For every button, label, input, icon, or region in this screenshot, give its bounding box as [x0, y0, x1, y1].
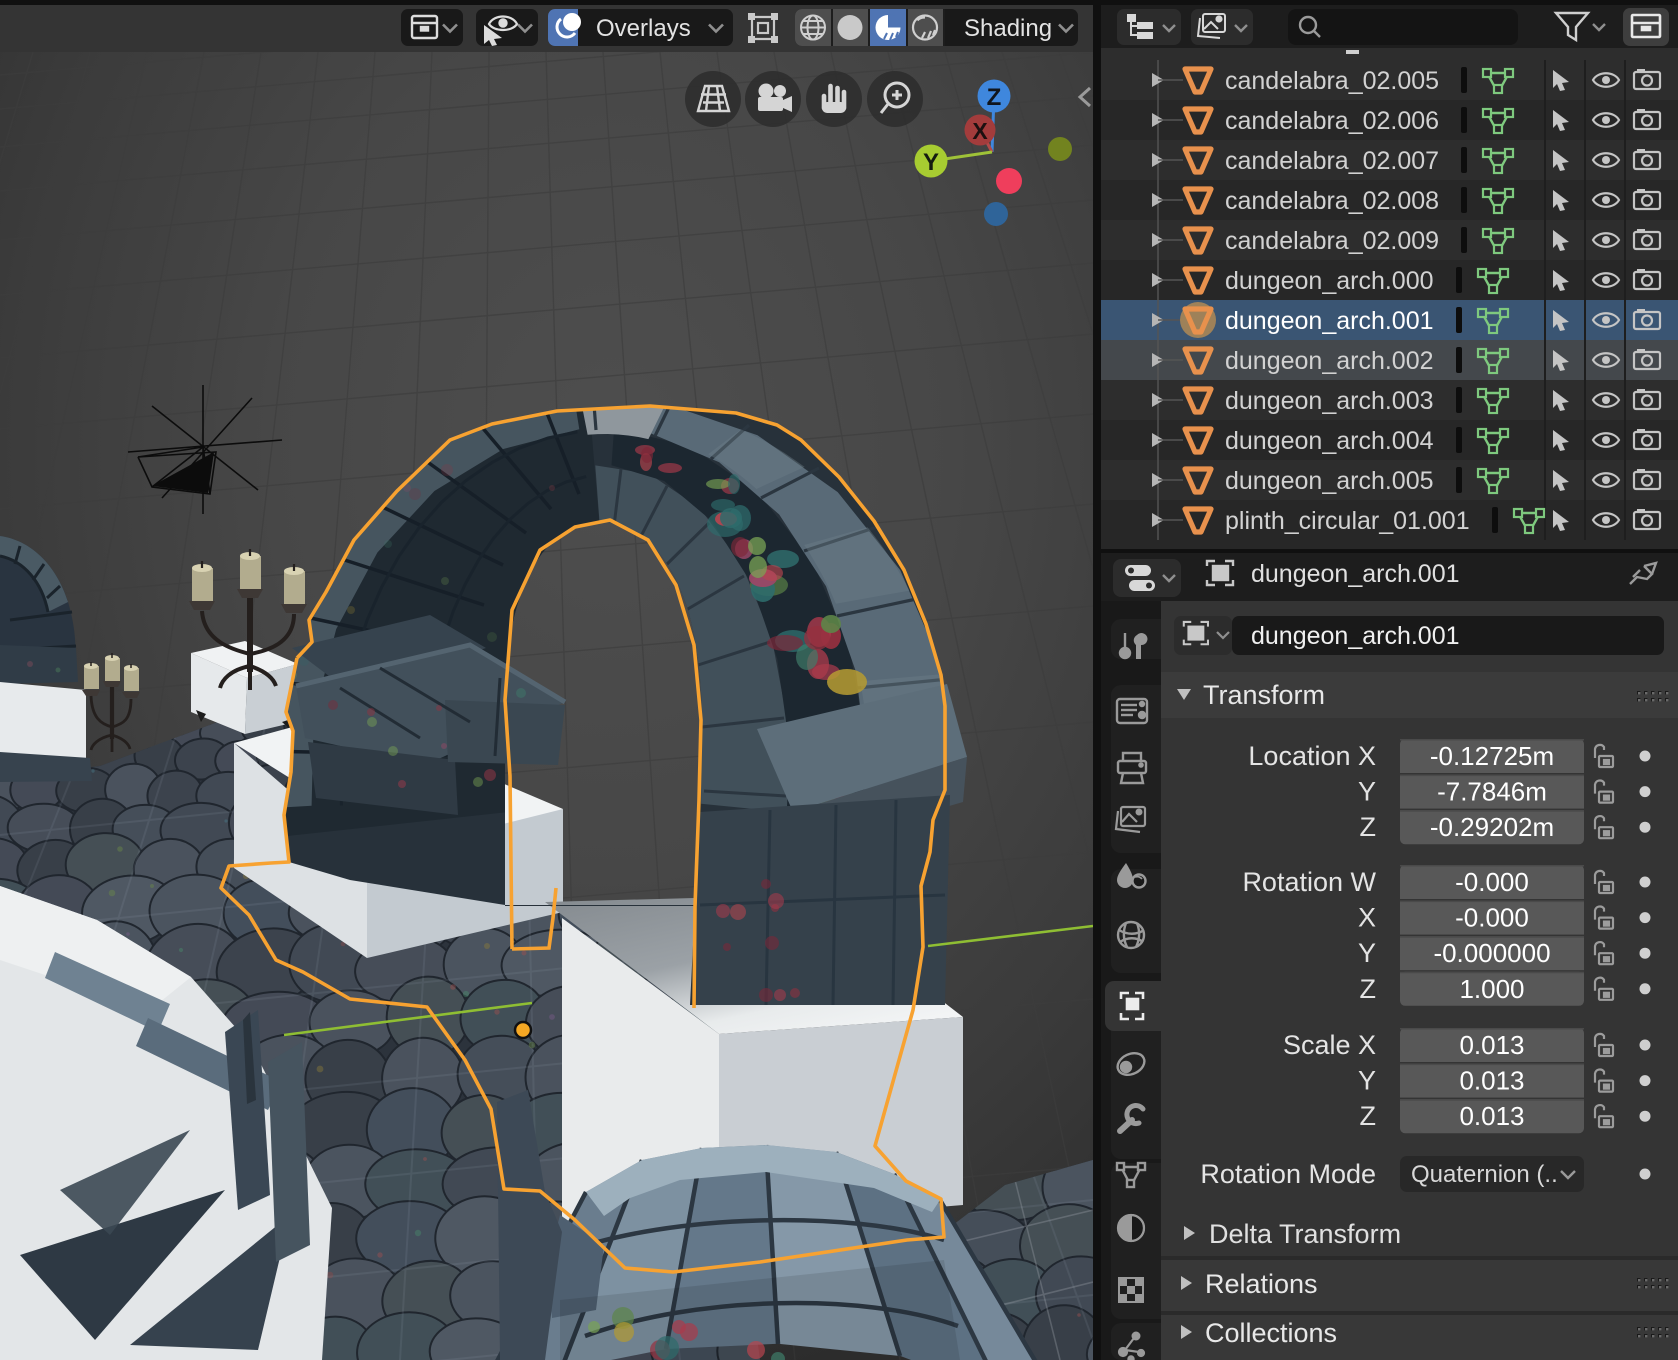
svg-text:Transform: Transform — [1203, 680, 1325, 710]
svg-text:Z: Z — [1360, 812, 1377, 842]
svg-text:-0.000000: -0.000000 — [1433, 938, 1550, 968]
svg-text:Y: Y — [1358, 777, 1376, 807]
svg-text:-0.000: -0.000 — [1455, 867, 1529, 897]
svg-text:0.013: 0.013 — [1459, 1066, 1524, 1096]
svg-text:Relations: Relations — [1205, 1269, 1318, 1299]
svg-text:Overlays: Overlays — [596, 15, 691, 42]
svg-text:Rotation Mode: Rotation Mode — [1200, 1159, 1376, 1189]
svg-text:Y: Y — [1358, 938, 1376, 968]
svg-text:dungeon_arch.001: dungeon_arch.001 — [1251, 622, 1460, 650]
svg-text:-0.12725m: -0.12725m — [1430, 741, 1554, 771]
svg-text:-7.7846m: -7.7846m — [1437, 777, 1547, 807]
svg-text:dungeon_arch.001: dungeon_arch.001 — [1251, 560, 1460, 588]
svg-text:-0.29202m: -0.29202m — [1430, 812, 1554, 842]
svg-text:-0.000: -0.000 — [1455, 903, 1529, 933]
svg-text:Z: Z — [1360, 1101, 1377, 1131]
svg-text:Scale X: Scale X — [1283, 1030, 1376, 1060]
svg-text:Z: Z — [987, 84, 1002, 111]
svg-text:0.013: 0.013 — [1459, 1030, 1524, 1060]
svg-text:Rotation W: Rotation W — [1242, 867, 1376, 897]
svg-text:Delta Transform: Delta Transform — [1209, 1219, 1401, 1249]
svg-text:X: X — [972, 118, 988, 144]
svg-text:Collections: Collections — [1205, 1318, 1337, 1348]
svg-text:Shading: Shading — [964, 15, 1052, 42]
svg-text:Quaternion (..: Quaternion (.. — [1411, 1161, 1558, 1188]
svg-text:Z: Z — [1360, 974, 1377, 1004]
svg-text:Y: Y — [923, 149, 939, 176]
svg-text:Location X: Location X — [1248, 741, 1376, 771]
svg-text:Y: Y — [1358, 1066, 1376, 1096]
svg-text:1.000: 1.000 — [1459, 974, 1524, 1004]
svg-text:X: X — [1358, 903, 1376, 933]
svg-text:0.013: 0.013 — [1459, 1101, 1524, 1131]
